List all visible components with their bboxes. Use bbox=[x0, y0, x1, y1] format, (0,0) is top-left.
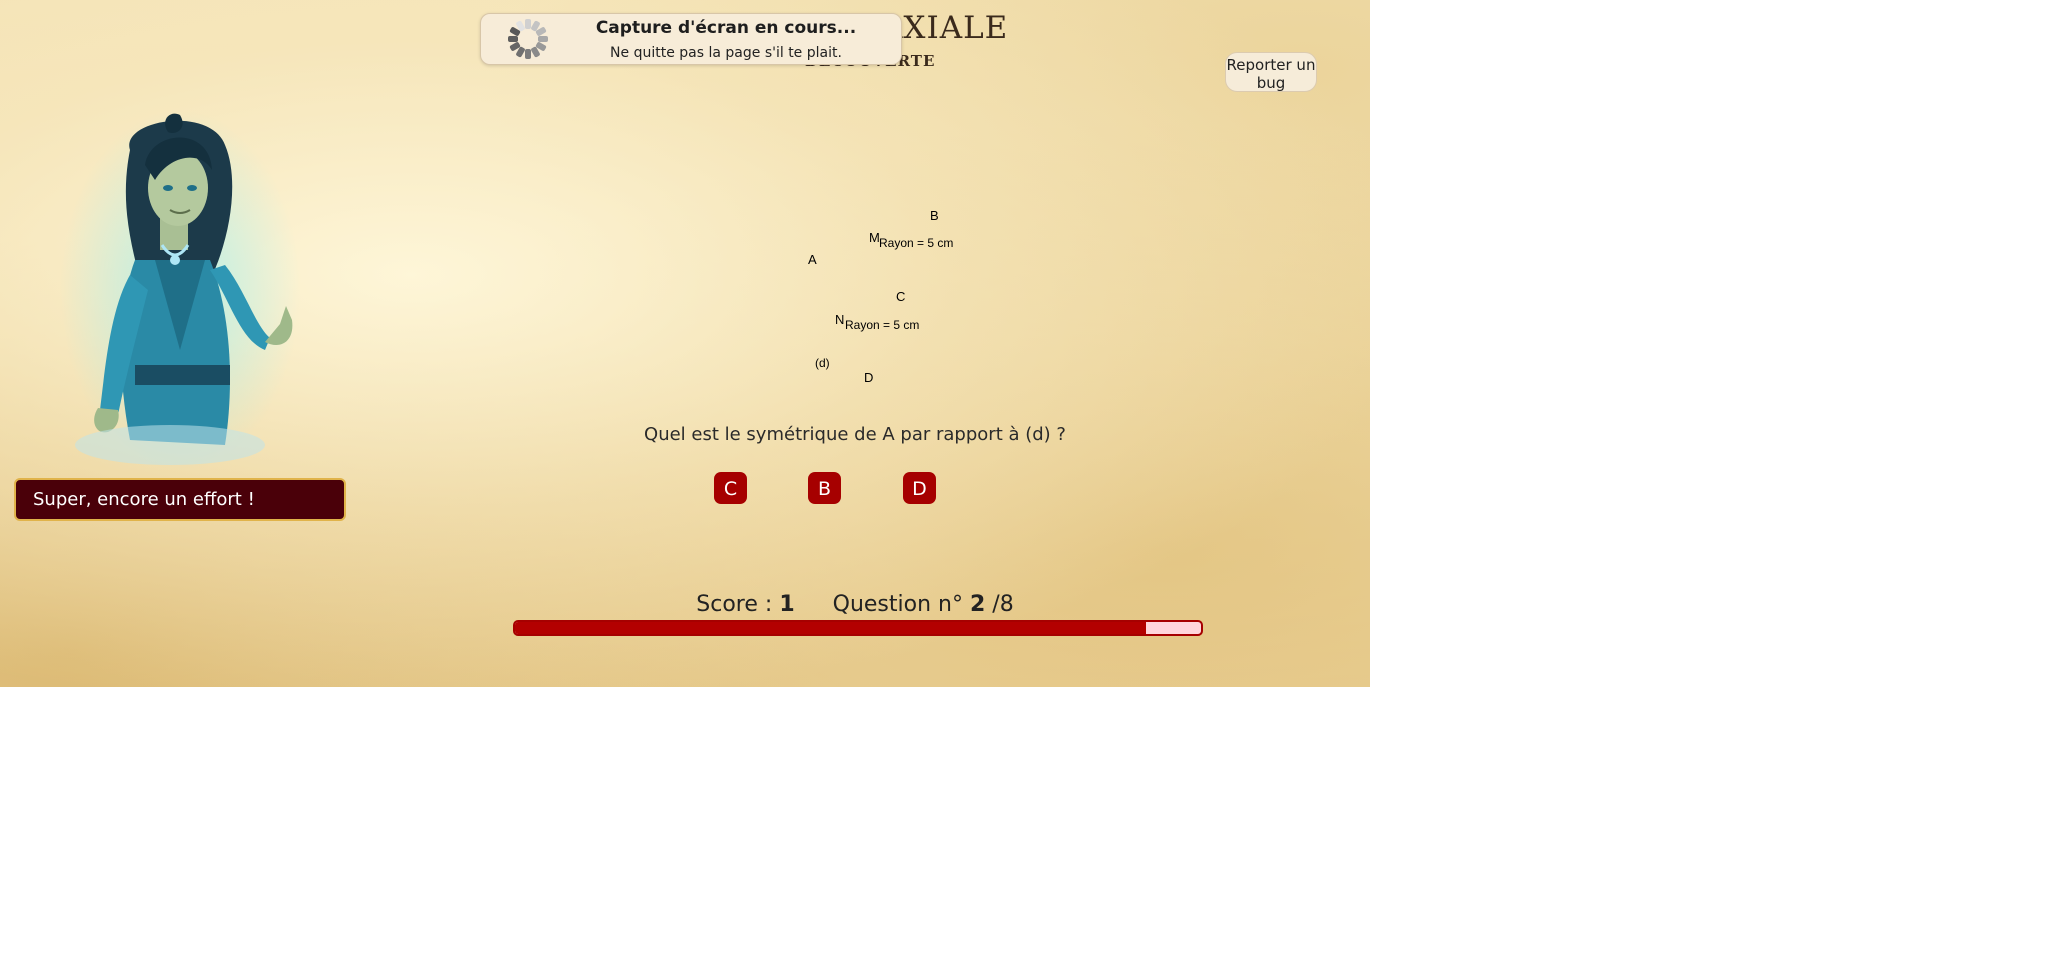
question-counter-label: Question n° bbox=[832, 592, 963, 617]
answer-button-c[interactable]: C bbox=[714, 472, 747, 504]
feedback-message: Super, encore un effort ! bbox=[14, 478, 346, 521]
report-bug-button[interactable]: Reporter un bug bbox=[1225, 52, 1317, 92]
capture-title: Capture d'écran en cours... bbox=[595, 18, 857, 38]
line-label-d: (d) bbox=[815, 356, 830, 370]
progress-bar bbox=[513, 620, 1203, 636]
point-label-d: D bbox=[864, 370, 874, 385]
point-label-c: C bbox=[896, 289, 906, 304]
score-line: Score : 1 Question n° 2 /8 bbox=[560, 592, 1150, 617]
spinner-icon bbox=[508, 19, 548, 59]
capture-banner: Capture d'écran en cours... Ne quitte pa… bbox=[480, 13, 902, 65]
score-value: 1 bbox=[779, 592, 795, 617]
progress-fill bbox=[515, 622, 1147, 634]
character-illustration bbox=[60, 110, 300, 470]
question-number: 2 bbox=[969, 592, 986, 617]
game-stage: AXIALE DÉCOUVERTE Capture d'écran en cou… bbox=[0, 0, 1370, 687]
radius-label: Rayon = 5 cm bbox=[879, 236, 954, 250]
answer-button-b[interactable]: B bbox=[808, 472, 841, 504]
capture-message: Ne quitte pas la page s'il te plait. bbox=[610, 45, 842, 61]
point-label-a: A bbox=[808, 252, 817, 267]
question-text: Quel est le symétrique de A par rapport … bbox=[644, 424, 1066, 445]
answer-button-d[interactable]: D bbox=[903, 472, 936, 504]
score-label: Score : bbox=[696, 592, 773, 617]
point-label-n: N bbox=[835, 312, 845, 327]
question-total: /8 bbox=[992, 592, 1014, 617]
geometry-figure: B M Rayon = 5 cm A C N Rayon = 5 cm (d) … bbox=[780, 195, 1020, 395]
point-label-b: B bbox=[930, 208, 939, 223]
radius-label: Rayon = 5 cm bbox=[845, 318, 920, 332]
